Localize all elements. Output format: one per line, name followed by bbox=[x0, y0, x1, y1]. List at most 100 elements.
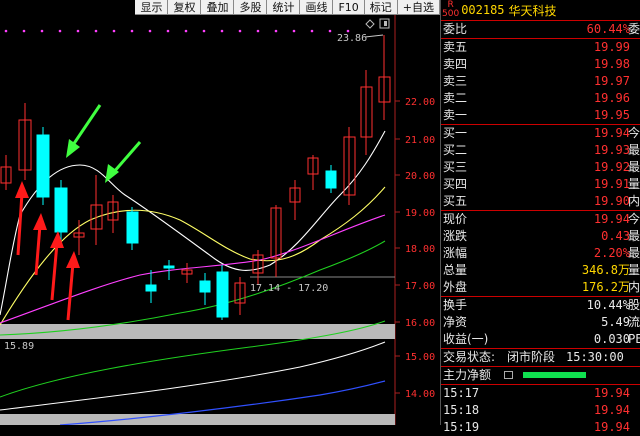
window-icon-fill bbox=[384, 21, 387, 26]
price-label: 19.00 bbox=[405, 208, 435, 219]
stat-row: 涨跌 0.43 最 bbox=[441, 228, 640, 245]
panel-divider-band bbox=[0, 414, 395, 425]
bid-price: 19.91 bbox=[593, 177, 630, 191]
red-arrow-icon bbox=[33, 213, 47, 230]
stat-label: 总量 bbox=[443, 263, 468, 277]
extra-row: 净资 5.49 流 bbox=[441, 314, 640, 331]
price-label: 18.00 bbox=[405, 244, 435, 255]
multi-stock-button[interactable]: 多股 bbox=[234, 0, 268, 15]
bid-row[interactable]: 买五 19.90 内 bbox=[441, 193, 640, 210]
price-label: 15.00 bbox=[405, 352, 435, 363]
draw-line-button[interactable]: 画线 bbox=[300, 0, 334, 15]
stock-header: R 500 002185 华天科技 bbox=[441, 0, 640, 21]
bid-row[interactable]: 买四 19.91 量 bbox=[441, 176, 640, 193]
signal-dots bbox=[4, 29, 350, 33]
trade-status-time: 15:30:00 bbox=[566, 350, 624, 364]
extra-ext: 股 bbox=[628, 298, 640, 312]
extra-ext: PE bbox=[628, 332, 640, 346]
fundamental-stats: 换手 10.44% 股 净资 5.49 流 收益(一) 0.030 PE bbox=[441, 297, 640, 349]
price-label: 20.00 bbox=[405, 171, 435, 182]
bid-price: 19.92 bbox=[593, 160, 630, 174]
green-arrow-icon bbox=[66, 139, 80, 158]
add-watchlist-button[interactable]: +自选 bbox=[397, 0, 440, 15]
stat-row: 外盘 176.2万内 bbox=[441, 279, 640, 296]
ask-row[interactable]: 卖三 19.97 bbox=[441, 73, 640, 90]
mark-button[interactable]: 标记 bbox=[364, 0, 398, 15]
stat-label: 涨跌 bbox=[443, 229, 468, 243]
ask-label: 卖五 bbox=[443, 40, 468, 54]
tick-row: 15:18 19.94 bbox=[441, 402, 640, 419]
ask-row[interactable]: 卖五 19.99 bbox=[441, 39, 640, 56]
display-button[interactable]: 显示 bbox=[135, 0, 169, 15]
stat-row: 总量 346.8万量 bbox=[441, 262, 640, 279]
bid-row[interactable]: 买三 19.92 最 bbox=[441, 159, 640, 176]
restore-rights-button[interactable]: 复权 bbox=[168, 0, 202, 15]
diamond-icon[interactable] bbox=[365, 19, 375, 29]
extra-ext: 流 bbox=[628, 315, 640, 329]
price-axis-labels: 22.00 21.00 20.00 19.00 18.00 17.00 16.0… bbox=[405, 97, 435, 400]
stock-name: 华天科技 bbox=[508, 3, 557, 18]
low-price-label: 15.89 bbox=[4, 341, 34, 352]
f10-button[interactable]: F10 bbox=[333, 0, 365, 15]
extra-label: 收益(一) bbox=[443, 332, 489, 346]
price-label: 21.00 bbox=[405, 135, 435, 146]
tick-row: 15:19 19.94 bbox=[441, 419, 640, 436]
price-label: 22.00 bbox=[405, 97, 435, 108]
webi-label: 委比 bbox=[443, 22, 468, 36]
webi-value: 60.44% bbox=[586, 22, 630, 36]
green-arrows bbox=[66, 104, 142, 183]
market-badge: R 500 bbox=[441, 1, 461, 19]
red-arrow-icon bbox=[15, 181, 29, 198]
ask-price: 19.95 bbox=[593, 108, 630, 122]
main-flow-row: 主力净额 bbox=[441, 367, 640, 385]
bid-list: 买一 19.94 今 买二 19.93 最 买三 19.92 最 买四 19.91 量 买五 19… bbox=[441, 125, 640, 211]
quote-stats: 现价 19.94 今 涨跌 0.43 最 涨幅 2.20% 最 总量 346.8万量 外盘 17… bbox=[441, 211, 640, 297]
stat-value: 176.2万 bbox=[581, 280, 630, 294]
webi-ext: 委 bbox=[628, 22, 640, 36]
kline-chart[interactable]: 22.00 21.00 20.00 19.00 18.00 17.00 16.0… bbox=[0, 15, 440, 425]
tick-price: 19.94 bbox=[593, 403, 630, 417]
red-arrow-icon bbox=[66, 251, 80, 268]
extra-row: 换手 10.44% 股 bbox=[441, 297, 640, 314]
ask-label: 卖一 bbox=[443, 108, 468, 122]
stat-label: 涨幅 bbox=[443, 246, 468, 260]
stat-value: 2.20% bbox=[593, 246, 630, 260]
ask-row[interactable]: 卖一 19.95 bbox=[441, 107, 640, 124]
extra-row: 收益(一) 0.030 PE bbox=[441, 331, 640, 348]
tick-row: 15:17 19.94 bbox=[441, 385, 640, 402]
overlay-button[interactable]: 叠加 bbox=[201, 0, 235, 15]
ask-row[interactable]: 卖二 19.96 bbox=[441, 90, 640, 107]
bid-label: 买三 bbox=[443, 160, 468, 174]
ask-list: 卖五 19.99 卖四 19.98 卖三 19.97 卖二 19.96 卖一 19.95 bbox=[441, 39, 640, 125]
bid-label: 买一 bbox=[443, 126, 468, 140]
bid-ext: 内 bbox=[628, 194, 640, 208]
stat-ext: 最 bbox=[628, 229, 640, 243]
stat-ext: 内 bbox=[628, 280, 640, 294]
stock-code: 002185 bbox=[461, 3, 505, 17]
price-label: 16.00 bbox=[405, 318, 435, 329]
price-axis-ticks bbox=[395, 100, 400, 394]
statistics-button[interactable]: 统计 bbox=[267, 0, 301, 15]
bid-row[interactable]: 买一 19.94 今 bbox=[441, 125, 640, 142]
market-badge-bottom: 500 bbox=[442, 9, 460, 19]
bid-label: 买二 bbox=[443, 143, 468, 157]
tick-price: 19.94 bbox=[593, 420, 630, 434]
extra-label: 净资 bbox=[443, 315, 468, 329]
ask-row[interactable]: 卖四 19.98 bbox=[441, 56, 640, 73]
bid-price: 19.94 bbox=[593, 126, 630, 140]
extra-value: 0.030 bbox=[593, 332, 630, 346]
extra-label: 换手 bbox=[443, 298, 468, 312]
red-arrow-icon bbox=[50, 231, 64, 248]
high-price-label: 23.86 bbox=[337, 33, 367, 44]
stat-ext: 今 bbox=[628, 212, 640, 226]
bid-row[interactable]: 买二 19.93 最 bbox=[441, 142, 640, 159]
quote-panel: R 500 002185 华天科技 委比 60.44% 委 卖五 19.99 卖四… bbox=[440, 0, 640, 434]
flow-toggle-icon[interactable] bbox=[504, 371, 513, 379]
ask-price: 19.98 bbox=[593, 57, 630, 71]
stat-value: 346.8万 bbox=[581, 263, 630, 277]
range-label: 17.14 - 17.20 bbox=[250, 283, 328, 294]
red-arrows bbox=[15, 181, 80, 321]
bid-ext: 最 bbox=[628, 143, 640, 157]
chart-corner-icons[interactable] bbox=[365, 18, 390, 29]
tick-list: 15:17 19.94 15:18 19.94 15:19 19.94 bbox=[441, 385, 640, 436]
